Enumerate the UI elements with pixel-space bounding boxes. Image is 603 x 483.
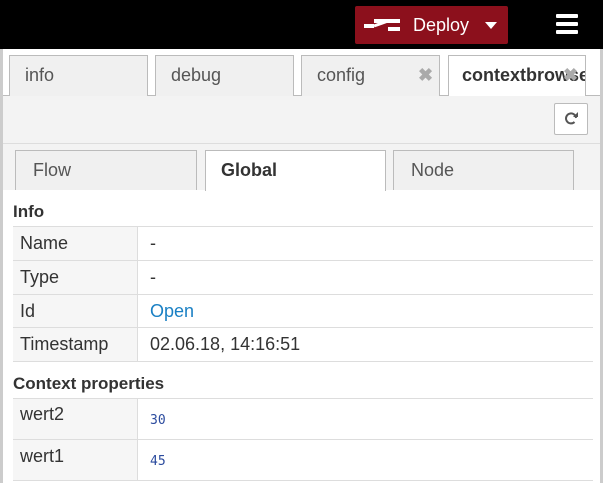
context-table: wert2 30 wert1 45 <box>13 398 593 481</box>
table-row: Type - <box>13 261 593 295</box>
tab-contextbrowser[interactable]: contextbrowser ✖ <box>448 55 586 97</box>
row-value: - <box>150 233 156 253</box>
row-value[interactable]: 30 <box>150 413 166 428</box>
tab-label: debug <box>171 65 222 85</box>
info-section-title: Info <box>13 202 45 221</box>
row-key: Id <box>13 295 138 327</box>
table-row: wert2 30 <box>13 399 593 440</box>
hamburger-menu-icon[interactable] <box>556 14 578 34</box>
tab-label: config <box>317 65 366 85</box>
chevron-down-icon[interactable] <box>485 22 497 29</box>
sidebar-tabbar: info debug config ✖ contextbrowser ✖ <box>3 49 600 97</box>
tab-label: Global <box>221 160 278 180</box>
deploy-button[interactable]: Deploy <box>355 6 508 44</box>
scope-tabbar: Flow Global Node <box>3 144 600 191</box>
table-row: wert1 45 <box>13 440 593 481</box>
table-row: Id Open <box>13 295 593 328</box>
tab-info[interactable]: info <box>9 55 148 96</box>
row-value[interactable]: 45 <box>150 454 166 469</box>
row-key: wert1 <box>13 440 138 480</box>
deploy-flow-icon <box>364 19 400 31</box>
table-row: Name - <box>13 227 593 261</box>
row-key: Timestamp <box>13 328 138 361</box>
header-bar: Deploy <box>0 0 603 49</box>
close-icon[interactable]: ✖ <box>418 56 433 94</box>
tab-label: Flow <box>33 160 72 180</box>
refresh-icon <box>565 112 578 125</box>
table-row: Timestamp 02.06.18, 14:16:51 <box>13 328 593 362</box>
row-value: - <box>150 267 156 287</box>
tab-node[interactable]: Node <box>393 150 574 190</box>
open-link[interactable]: Open <box>150 295 194 327</box>
timestamp-value: 02.06.18, 14:16:51 <box>150 334 301 354</box>
tab-config[interactable]: config ✖ <box>301 55 440 96</box>
tab-global[interactable]: Global <box>205 150 386 191</box>
tab-flow[interactable]: Flow <box>15 150 197 190</box>
tab-debug[interactable]: debug <box>155 55 294 96</box>
toolbar <box>3 96 600 144</box>
tab-label: Node <box>411 160 455 180</box>
row-key: wert2 <box>13 399 138 439</box>
context-section-title: Context properties <box>13 374 165 393</box>
row-key: Name <box>13 227 138 260</box>
sidebar: info debug config ✖ contextbrowser ✖ Flo… <box>0 49 603 483</box>
row-key: Type <box>13 261 138 294</box>
refresh-button[interactable] <box>554 103 588 135</box>
tab-label: info <box>25 65 55 85</box>
deploy-label: Deploy <box>413 15 470 35</box>
close-icon[interactable]: ✖ <box>563 56 578 94</box>
info-table: Name - Type - Id Open Timestamp 02.06.18… <box>13 226 593 362</box>
